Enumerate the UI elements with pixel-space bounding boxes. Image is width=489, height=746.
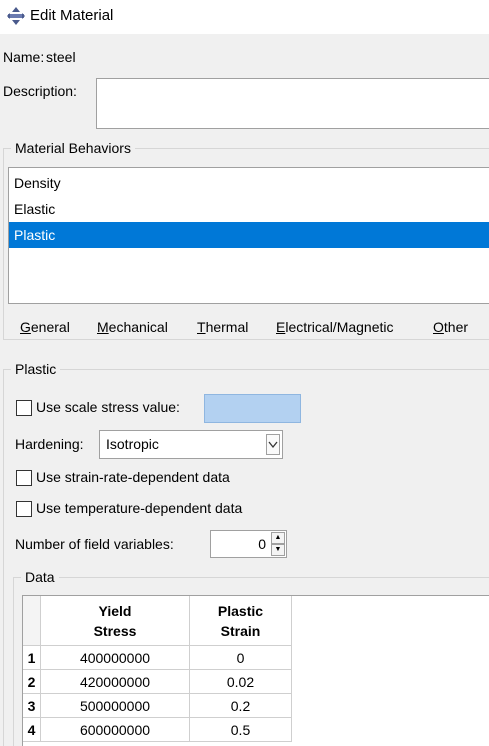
strain-rate-checkbox[interactable] (16, 470, 32, 486)
behaviors-list[interactable]: Density Elastic Plastic (8, 167, 489, 304)
dropdown-button[interactable] (266, 434, 280, 455)
list-item[interactable]: Density (9, 170, 489, 196)
hardening-label: Hardening: (15, 436, 84, 452)
scale-stress-label: Use scale stress value: (36, 399, 180, 415)
name-label: Name: (3, 49, 45, 65)
menu-general[interactable]: General (20, 319, 70, 335)
field-variables-stepper[interactable]: 0 ▲ ▼ (210, 530, 287, 558)
scale-stress-field[interactable] (204, 394, 301, 423)
list-item[interactable]: Elastic (9, 196, 489, 222)
temperature-label: Use temperature-dependent data (36, 500, 243, 516)
column-header-yield-stress[interactable]: Yield Stress (41, 596, 190, 646)
menu-electrical-magnetic[interactable]: Electrical/Magnetic (276, 319, 394, 335)
strain-rate-label: Use strain-rate-dependent data (36, 469, 230, 485)
plastic-title: Plastic (11, 361, 61, 377)
menu-mechanical[interactable]: Mechanical (97, 319, 168, 335)
material-behaviors-title: Material Behaviors (11, 140, 135, 156)
hardening-select[interactable]: Isotropic (99, 430, 283, 459)
data-title: Data (21, 569, 59, 585)
table-corner (23, 596, 41, 646)
scale-stress-checkbox[interactable] (16, 400, 32, 416)
table-cell[interactable]: 0.5 (190, 718, 292, 742)
column-header-plastic-strain[interactable]: Plastic Strain (190, 596, 292, 646)
list-item-selected[interactable]: Plastic (9, 222, 489, 248)
table-cell[interactable]: 500000000 (41, 694, 190, 718)
chevron-down-icon (268, 441, 278, 449)
menu-thermal[interactable]: Thermal (197, 319, 248, 335)
table-cell[interactable]: 600000000 (41, 718, 190, 742)
title-bar: Edit Material (0, 0, 489, 34)
material-app-icon (7, 7, 25, 25)
temperature-checkbox[interactable] (16, 501, 32, 517)
table-cell[interactable]: 400000000 (41, 646, 190, 670)
hardening-value: Isotropic (106, 436, 159, 452)
field-variables-label: Number of field variables: (15, 536, 174, 552)
row-number[interactable]: 2 (23, 670, 41, 694)
data-table[interactable]: Yield Stress Plastic Strain 1 400000000 … (22, 595, 489, 746)
table-cell[interactable]: 0.02 (190, 670, 292, 694)
spin-down-icon[interactable]: ▼ (271, 544, 285, 556)
table-cell[interactable]: 0 (190, 646, 292, 670)
field-variables-value: 0 (258, 536, 266, 552)
name-value: steel (46, 49, 76, 65)
table-cell[interactable]: 0.2 (190, 694, 292, 718)
table-cell[interactable]: 420000000 (41, 670, 190, 694)
spin-up-icon[interactable]: ▲ (271, 532, 285, 544)
description-label: Description: (3, 83, 77, 99)
window-title: Edit Material (30, 7, 114, 24)
menu-other[interactable]: Other (433, 319, 468, 335)
description-field[interactable] (96, 78, 489, 129)
row-number[interactable]: 3 (23, 694, 41, 718)
row-number[interactable]: 4 (23, 718, 41, 742)
row-number[interactable]: 1 (23, 646, 41, 670)
